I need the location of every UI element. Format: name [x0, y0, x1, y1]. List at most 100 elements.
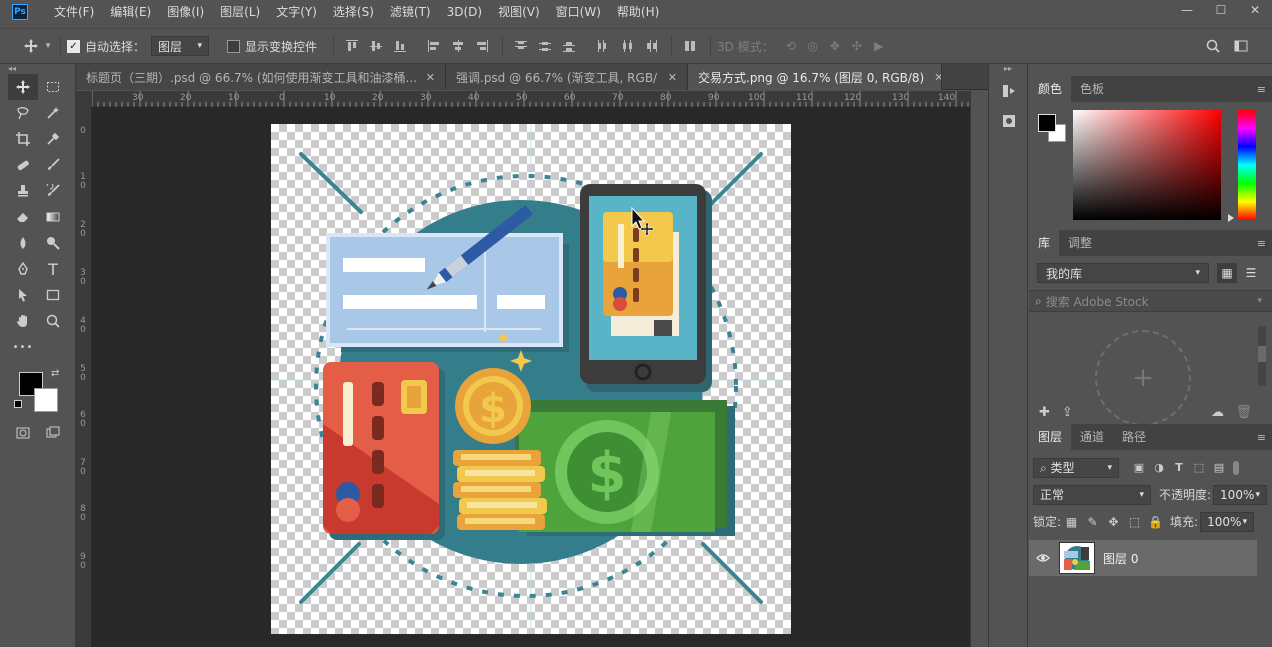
- auto-select-target-select[interactable]: 图层 ▾: [151, 36, 210, 56]
- document-canvas[interactable]: $ $: [271, 124, 791, 634]
- pixel-layer-filter-icon[interactable]: ▣: [1129, 458, 1149, 478]
- 3d-pan-icon[interactable]: ✥: [824, 35, 846, 57]
- default-colors-icon[interactable]: [14, 400, 22, 408]
- path-select-tool-icon[interactable]: [8, 282, 38, 308]
- dodge-tool-icon[interactable]: [38, 230, 68, 256]
- 3d-camera-icon[interactable]: ▶: [868, 35, 890, 57]
- close-icon[interactable]: ✕: [426, 71, 435, 84]
- foreground-color-swatch[interactable]: [1038, 114, 1056, 132]
- add-icon[interactable]: ✚: [1039, 405, 1050, 420]
- history-brush-tool-icon[interactable]: [38, 178, 68, 204]
- screen-mode-icon[interactable]: [38, 420, 68, 446]
- quick-mask-icon[interactable]: [8, 420, 38, 446]
- lock-pixels-icon[interactable]: ✎: [1082, 512, 1103, 532]
- ruler-origin[interactable]: [76, 91, 92, 107]
- gradient-tool-icon[interactable]: [38, 204, 68, 230]
- cloud-sync-icon[interactable]: ☁: [1211, 405, 1224, 420]
- tab-channels[interactable]: 通道: [1071, 424, 1113, 450]
- adjustment-layer-filter-icon[interactable]: ◑: [1149, 458, 1169, 478]
- auto-select-checkbox[interactable]: ✓: [67, 39, 80, 53]
- lock-all-icon[interactable]: 🔒: [1145, 512, 1166, 532]
- more-tools-icon[interactable]: •••: [8, 334, 38, 360]
- history-panel-icon[interactable]: [989, 76, 1029, 106]
- layer-name[interactable]: 图层 0: [1103, 550, 1138, 567]
- distribute-vcenter-icon[interactable]: [535, 36, 555, 56]
- tab-swatches[interactable]: 色板: [1071, 76, 1113, 102]
- align-left-icon[interactable]: [424, 36, 444, 56]
- fill-input[interactable]: 100% ▾: [1200, 511, 1255, 532]
- align-vcenter-icon[interactable]: [366, 36, 386, 56]
- menu-select[interactable]: 选择(S): [325, 0, 382, 24]
- swap-colors-icon[interactable]: ⇄: [51, 368, 59, 379]
- menu-window[interactable]: 窗口(W): [548, 0, 609, 24]
- chevron-down-icon[interactable]: ▾: [1257, 296, 1262, 306]
- trash-icon[interactable]: 🗑: [1235, 405, 1252, 420]
- strip-collapse[interactable]: ▸▸: [989, 64, 1027, 76]
- canvas-workspace[interactable]: $ $: [92, 107, 970, 647]
- type-tool-icon[interactable]: T: [38, 256, 68, 282]
- close-icon[interactable]: ✕: [934, 71, 941, 84]
- doc-tab-emphasis[interactable]: 强调.psd @ 66.7% (渐变工具, RGB/... ✕: [446, 64, 688, 90]
- smart-object-filter-icon[interactable]: ▤: [1209, 458, 1229, 478]
- menu-image[interactable]: 图像(I): [159, 0, 212, 24]
- distribute-bottom-icon[interactable]: [559, 36, 579, 56]
- pen-tool-icon[interactable]: [8, 256, 38, 282]
- distribute-top-icon[interactable]: [511, 36, 531, 56]
- eyedropper-tool-icon[interactable]: [38, 126, 68, 152]
- rectangle-tool-icon[interactable]: [38, 282, 68, 308]
- close-button[interactable]: ✕: [1238, 0, 1272, 20]
- hand-tool-icon[interactable]: [8, 308, 38, 334]
- lock-artboard-icon[interactable]: ⬚: [1124, 512, 1145, 532]
- align-right-icon[interactable]: [472, 36, 492, 56]
- show-transform-checkbox[interactable]: [227, 39, 241, 53]
- panel-menu-icon[interactable]: ≡: [1257, 431, 1266, 444]
- distribute-hcenter-icon[interactable]: [617, 36, 637, 56]
- grid-view-icon[interactable]: ▦: [1217, 263, 1237, 283]
- menu-edit[interactable]: 编辑(E): [102, 0, 159, 24]
- auto-align-icon[interactable]: [680, 36, 700, 56]
- crop-tool-icon[interactable]: [8, 126, 38, 152]
- library-select[interactable]: 我的库 ▾: [1037, 263, 1209, 283]
- panel-menu-icon[interactable]: ≡: [1257, 83, 1266, 96]
- distribute-left-icon[interactable]: [593, 36, 613, 56]
- hue-slider-handle[interactable]: [1228, 214, 1234, 222]
- type-layer-filter-icon[interactable]: T: [1169, 458, 1189, 478]
- workspace-icon[interactable]: [1230, 35, 1252, 57]
- opacity-input[interactable]: 100% ▾: [1213, 484, 1268, 505]
- lasso-tool-icon[interactable]: [8, 100, 38, 126]
- toolbar-collapse[interactable]: ◂◂: [0, 64, 75, 74]
- tab-color[interactable]: 颜色: [1029, 76, 1072, 102]
- lock-position-icon[interactable]: ✥: [1103, 512, 1124, 532]
- tab-layers[interactable]: 图层: [1029, 424, 1072, 450]
- menu-type[interactable]: 文字(Y): [268, 0, 325, 24]
- align-bottom-icon[interactable]: [390, 36, 410, 56]
- eraser-tool-icon[interactable]: [8, 204, 38, 230]
- upload-icon[interactable]: ⇪: [1062, 405, 1073, 420]
- tab-libraries[interactable]: 库: [1029, 230, 1060, 256]
- 3d-slide-icon[interactable]: ✣: [846, 35, 868, 57]
- menu-filter[interactable]: 滤镜(T): [382, 0, 439, 24]
- filter-toggle-icon[interactable]: [1233, 460, 1239, 475]
- library-scrollbar[interactable]: [1258, 326, 1266, 386]
- panel-menu-icon[interactable]: ≡: [1257, 237, 1266, 250]
- horizontal-ruler[interactable]: 30 20 10 0 10 20 30 40 50 60 70 80 90 10…: [92, 91, 970, 107]
- layer-thumbnail[interactable]: [1059, 542, 1095, 574]
- vertical-ruler[interactable]: 0 1 0 2 0 3 0 4 0 5 0 6 0 7 0 8 0 9 0: [76, 107, 92, 647]
- close-icon[interactable]: ✕: [668, 71, 677, 84]
- align-top-icon[interactable]: [342, 36, 362, 56]
- doc-tab-title-page[interactable]: 标题页（三期）.psd @ 66.7% (如何使用渐变工具和油漆桶... ✕: [76, 64, 446, 90]
- menu-help[interactable]: 帮助(H): [609, 0, 667, 24]
- marquee-tool-icon[interactable]: [38, 74, 68, 100]
- stamp-tool-icon[interactable]: [8, 178, 38, 204]
- menu-view[interactable]: 视图(V): [490, 0, 548, 24]
- move-tool-icon[interactable]: [20, 35, 42, 57]
- chevron-down-icon[interactable]: ▾: [42, 35, 54, 57]
- layer-row[interactable]: 图层 0: [1029, 540, 1257, 576]
- magic-wand-tool-icon[interactable]: [38, 100, 68, 126]
- blend-mode-select[interactable]: 正常 ▾: [1033, 484, 1151, 505]
- shape-layer-filter-icon[interactable]: ⬚: [1189, 458, 1209, 478]
- blur-tool-icon[interactable]: [8, 230, 38, 256]
- background-color[interactable]: [34, 388, 58, 412]
- healing-brush-tool-icon[interactable]: [8, 152, 38, 178]
- doc-tab-transaction[interactable]: 交易方式.png @ 16.7% (图层 0, RGB/8) ✕: [688, 64, 942, 90]
